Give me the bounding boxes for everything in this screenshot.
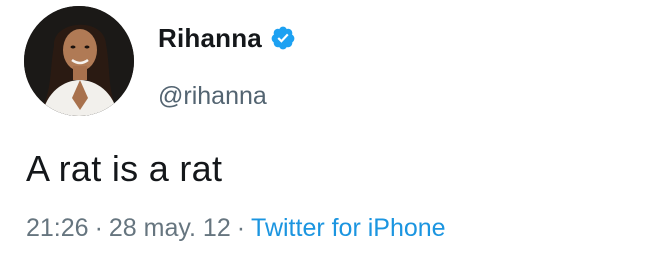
tweet-date[interactable]: 28 may. 12 xyxy=(109,214,231,242)
tweet-card: Rihanna @rihanna A rat is a rat 21:26 · 28… xyxy=(0,0,668,264)
profile-photo-icon xyxy=(24,6,134,116)
author-handle[interactable]: @rihanna xyxy=(158,82,296,111)
tweet-source-link[interactable]: Twitter for iPhone xyxy=(251,214,446,242)
meta-separator: · xyxy=(94,214,103,242)
verified-badge-icon xyxy=(270,25,296,51)
tweet-text: A rat is a rat xyxy=(26,148,223,189)
tweet-time[interactable]: 21:26 xyxy=(26,214,89,242)
author-avatar[interactable] xyxy=(24,6,134,116)
tweet-meta: 21:26 · 28 may. 12 · Twitter for iPhone xyxy=(26,214,446,243)
author-name-row: Rihanna xyxy=(158,18,296,58)
meta-separator: · xyxy=(236,214,246,242)
author-display-name[interactable]: Rihanna xyxy=(158,23,262,54)
author-identity: Rihanna @rihanna xyxy=(158,18,296,111)
